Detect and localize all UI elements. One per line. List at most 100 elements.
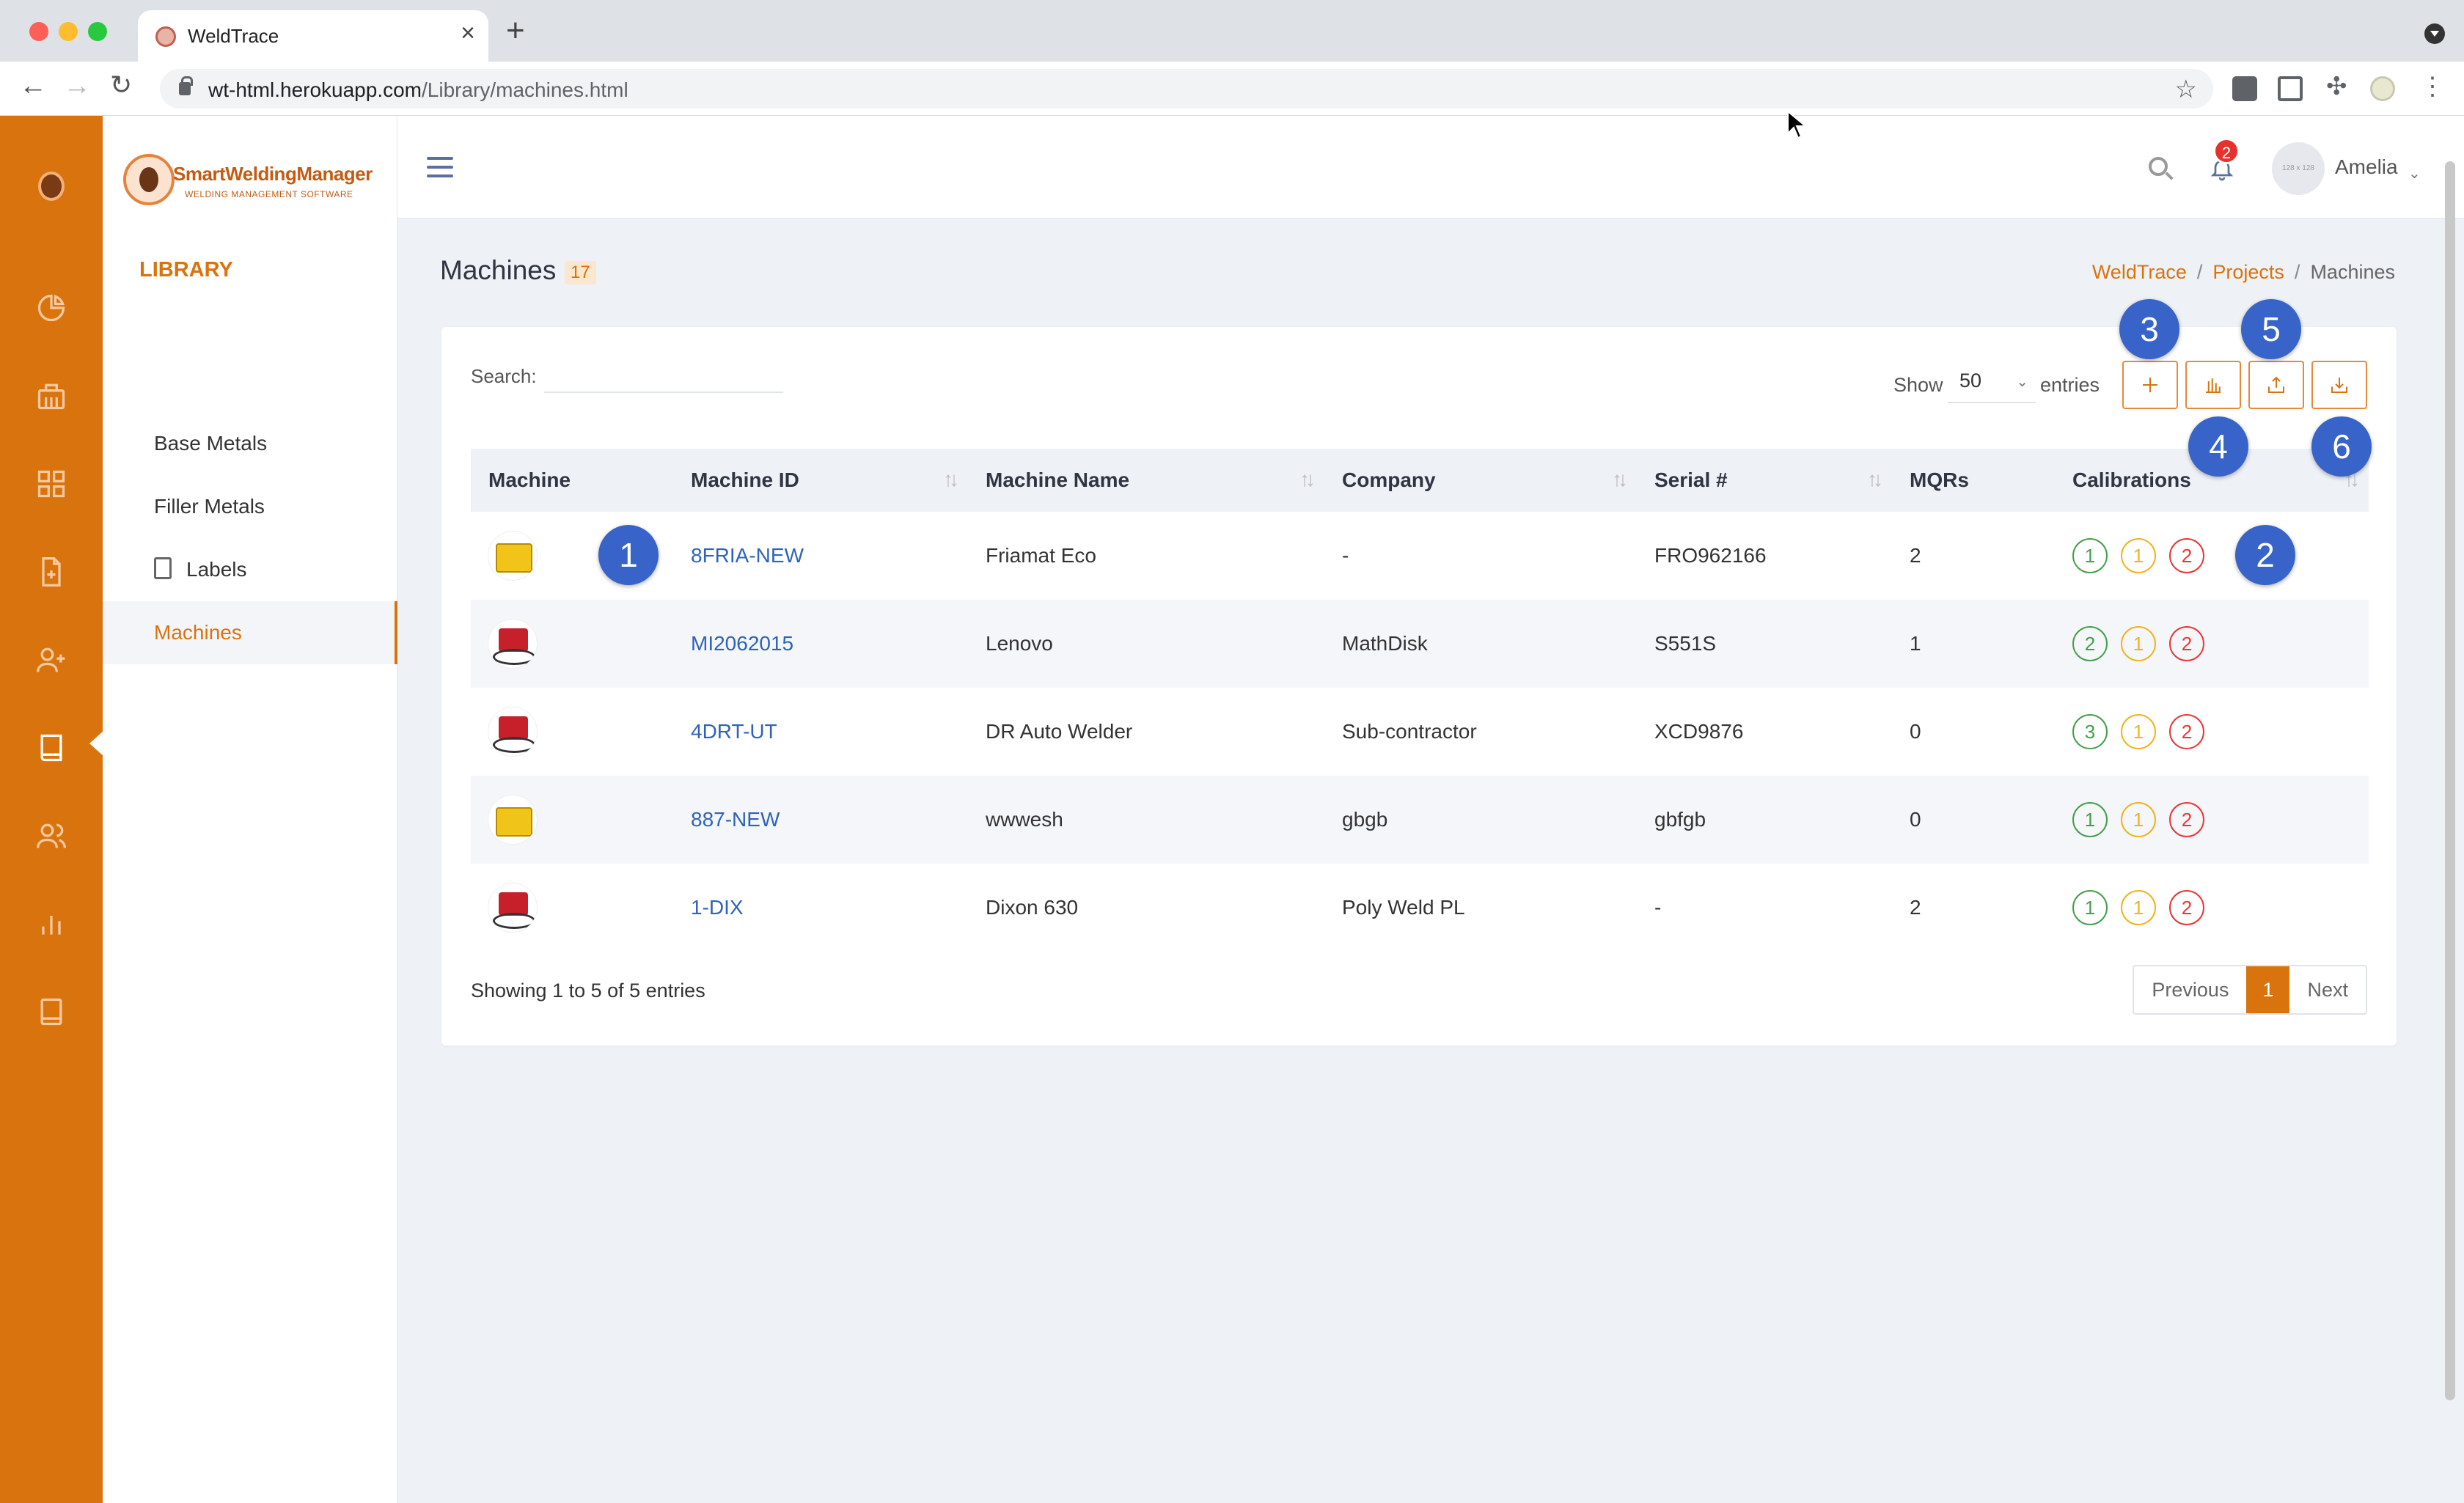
serial-number: -	[1654, 896, 1662, 919]
reload-icon[interactable]: ↻	[110, 72, 132, 98]
sort-icon[interactable]: ↑↓	[1867, 468, 1883, 491]
brand-logo-icon[interactable]	[123, 154, 175, 205]
bar-chart-icon	[2206, 378, 2221, 393]
notification-badge: 2	[2213, 138, 2240, 164]
breadcrumb-projects[interactable]: Projects	[2212, 261, 2284, 283]
add-machine-button[interactable]	[2122, 361, 2178, 409]
mqr-count: 1	[1910, 632, 1921, 655]
calibration-expired-badge[interactable]: 2	[2169, 538, 2204, 573]
forward-icon[interactable]: →	[63, 72, 91, 100]
users-icon[interactable]	[29, 814, 73, 858]
entries-label: entries	[2040, 374, 2100, 396]
avatar[interactable]: 128 x 128	[2272, 142, 2325, 195]
next-page-button[interactable]: Next	[2289, 966, 2366, 1013]
calibration-expired-badge[interactable]: 2	[2169, 890, 2204, 925]
calibration-expired-badge[interactable]: 2	[2169, 802, 2204, 837]
download-button[interactable]	[2311, 361, 2367, 409]
serial-number: XCD9876	[1654, 720, 1744, 743]
sidebar-item-filler-metals[interactable]: Filler Metals	[103, 475, 397, 538]
screenshot-extension-icon[interactable]	[2278, 76, 2303, 101]
machine-id-link[interactable]: 1-DIX	[691, 896, 744, 919]
sort-icon[interactable]: ↑↓	[1612, 468, 1628, 491]
machine-id-link[interactable]: 887-NEW	[691, 808, 780, 831]
table-row: 887-NEW wwwesh gbgb gbfgb 0 112	[471, 776, 2369, 864]
user-name[interactable]: Amelia	[2335, 155, 2398, 179]
tab-close-icon[interactable]: ×	[461, 21, 475, 45]
new-tab-icon[interactable]: +	[506, 15, 525, 47]
chart-button[interactable]	[2185, 361, 2241, 409]
bookmark-star-icon[interactable]: ☆	[2175, 75, 2197, 104]
back-icon[interactable]: ←	[19, 72, 47, 100]
bar-chart-icon[interactable]	[29, 902, 73, 946]
table-row: 4DRT-UT DR Auto Welder Sub-contractor XC…	[471, 688, 2369, 776]
machine-image[interactable]	[488, 532, 537, 580]
annotation-marker-2: 2	[2235, 525, 2295, 585]
upload-button[interactable]	[2248, 361, 2304, 409]
calibration-valid-badge[interactable]: 1	[2072, 890, 2108, 925]
minimize-window-button[interactable]	[59, 22, 78, 41]
machine-image[interactable]	[488, 708, 537, 756]
calibration-expired-badge[interactable]: 2	[2169, 626, 2204, 661]
building-icon[interactable]	[29, 374, 73, 418]
breadcrumb-weldtrace[interactable]: WeldTrace	[2092, 261, 2187, 283]
page-1-button[interactable]: 1	[2246, 966, 2290, 1013]
browser-tab[interactable]: WeldTrace ×	[138, 10, 488, 62]
serial-number: S551S	[1654, 632, 1717, 655]
sidebar-item-machines[interactable]: Machines	[103, 601, 397, 664]
active-section-caret	[89, 730, 104, 757]
close-window-button[interactable]	[29, 22, 48, 41]
machine-name: wwwesh	[986, 808, 1063, 831]
profile-icon[interactable]	[2370, 76, 2395, 101]
previous-page-button[interactable]: Previous	[2134, 966, 2246, 1013]
calibration-expired-badge[interactable]: 2	[2169, 714, 2204, 749]
machine-id-link[interactable]: 8FRIA-NEW	[691, 544, 804, 567]
column-machine-name[interactable]: Machine Name ↑↓	[968, 449, 1324, 512]
sidebar-item-base-metals[interactable]: Base Metals	[103, 412, 397, 475]
calibration-due-badge[interactable]: 1	[2121, 890, 2156, 925]
calibration-due-badge[interactable]: 1	[2121, 626, 2156, 661]
address-bar[interactable]: wt-html.herokuapp.com/Library/machines.h…	[160, 69, 2213, 109]
extension-icon[interactable]	[2232, 76, 2257, 101]
add-document-icon[interactable]	[29, 550, 73, 594]
menu-toggle-icon[interactable]	[427, 157, 453, 177]
puzzle-icon[interactable]: ✣	[2326, 72, 2351, 100]
page-scrollbar[interactable]	[2445, 161, 2455, 1400]
machine-image[interactable]	[488, 883, 537, 932]
machine-id-link[interactable]: 4DRT-UT	[691, 720, 777, 743]
welder-logo-icon[interactable]	[38, 172, 65, 201]
calibration-due-badge[interactable]: 1	[2121, 538, 2156, 573]
tab-search-icon[interactable]	[2424, 23, 2445, 44]
annotation-marker-3: 3	[2119, 299, 2179, 359]
calibration-valid-badge[interactable]: 3	[2072, 714, 2108, 749]
chevron-down-icon[interactable]: ⌄	[2408, 164, 2421, 183]
machine-id-link[interactable]: MI2062015	[691, 632, 793, 655]
grid-icon[interactable]	[29, 462, 73, 506]
column-company[interactable]: Company ↑↓	[1324, 449, 1637, 512]
column-serial[interactable]: Serial # ↑↓	[1637, 449, 1892, 512]
annotation-marker-1: 1	[598, 525, 659, 585]
calibration-valid-badge[interactable]: 1	[2072, 802, 2108, 837]
sidebar-item-labels[interactable]: Labels	[103, 538, 397, 601]
tab-title: WeldTrace	[188, 25, 279, 47]
pie-chart-icon[interactable]	[29, 286, 73, 330]
machine-image[interactable]	[488, 620, 537, 668]
calibration-valid-badge[interactable]: 2	[2072, 626, 2108, 661]
add-user-icon[interactable]	[29, 638, 73, 682]
machine-image[interactable]	[488, 795, 537, 844]
sort-icon[interactable]: ↑↓	[1299, 468, 1316, 491]
lock-icon[interactable]	[179, 76, 193, 95]
browser-tab-bar: WeldTrace × +	[0, 0, 2464, 62]
book-icon[interactable]	[29, 726, 73, 770]
maximize-window-button[interactable]	[88, 22, 107, 41]
calibration-due-badge[interactable]: 1	[2121, 802, 2156, 837]
browser-menu-icon[interactable]: ⋮	[2420, 72, 2445, 100]
column-machine-id[interactable]: Machine ID ↑↓	[673, 449, 968, 512]
entries-select[interactable]: 50 ⌄	[1948, 358, 2036, 403]
calibration-due-badge[interactable]: 1	[2121, 714, 2156, 749]
machine-count-badge: 17	[565, 261, 596, 284]
search-icon[interactable]	[2149, 157, 2168, 176]
calibration-valid-badge[interactable]: 1	[2072, 538, 2108, 573]
notebook-icon[interactable]	[29, 990, 73, 1034]
sort-icon[interactable]: ↑↓	[943, 468, 959, 491]
search-input[interactable]	[544, 353, 783, 393]
